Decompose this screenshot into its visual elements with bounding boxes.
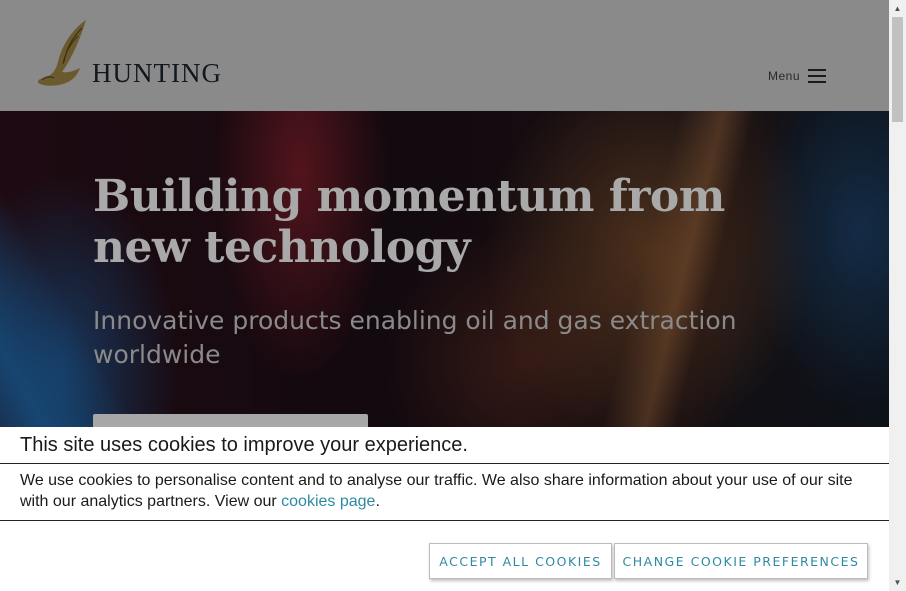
cookies-page-link[interactable]: cookies page: [281, 493, 375, 510]
hero-title: Building momentum from new technology: [93, 171, 725, 273]
hero-subtitle: Innovative products enabling oil and gas…: [93, 306, 737, 369]
divider: [0, 463, 889, 464]
cookie-banner: This site uses cookies to improve your e…: [0, 427, 889, 591]
cookie-banner-text: We use cookies to personalise content an…: [20, 470, 860, 512]
hero-banner: Building momentum from new technology In…: [0, 111, 889, 441]
site-header: HUNTING Menu: [0, 0, 889, 111]
cookie-body-suffix: .: [375, 493, 380, 510]
scroll-up-icon[interactable]: ▲: [889, 0, 906, 17]
menu-label: Menu: [768, 69, 801, 83]
logo-wordmark: HUNTING: [92, 58, 222, 88]
divider: [0, 520, 889, 521]
hamburger-icon: [808, 69, 827, 83]
wing-logo-icon: [37, 20, 86, 86]
cookie-banner-title: This site uses cookies to improve your e…: [20, 434, 468, 456]
cookie-body-text: We use cookies to personalise content an…: [20, 472, 853, 510]
menu-button[interactable]: Menu: [768, 66, 827, 86]
hero-overlay: [0, 111, 889, 441]
change-cookie-preferences-button[interactable]: CHANGE COOKIE PREFERENCES: [614, 543, 868, 579]
hunting-logo[interactable]: HUNTING: [34, 18, 234, 90]
scroll-down-icon[interactable]: ▼: [889, 574, 906, 591]
scrollbar-thumb[interactable]: [892, 17, 903, 122]
page-scrollbar[interactable]: ▲ ▼: [889, 0, 906, 591]
accept-all-cookies-button[interactable]: ACCEPT ALL COOKIES: [429, 543, 612, 579]
